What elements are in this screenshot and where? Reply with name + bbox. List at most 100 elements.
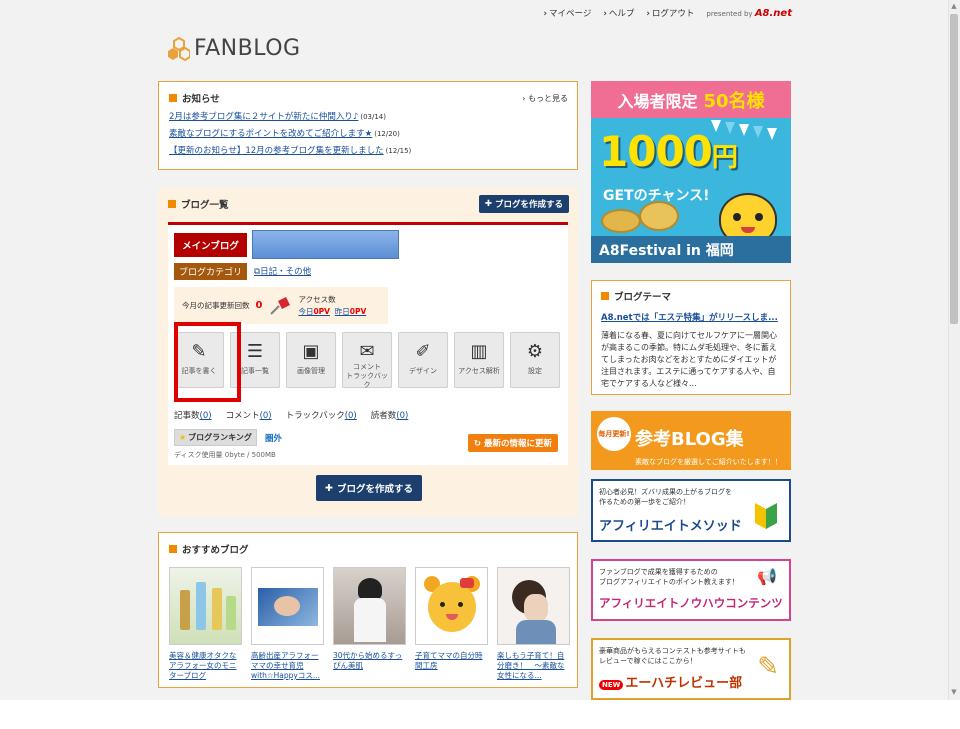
settings-button[interactable]: ⚙ 設定 xyxy=(510,332,560,388)
reader-count-label: 読者数 xyxy=(370,411,397,421)
tool-label: 設定 xyxy=(528,367,542,375)
news-item-link[interactable]: 【更新のお知らせ】12月の参考ブログ集を更新しました xyxy=(169,146,384,156)
review-club-banner[interactable]: 豪華商品がもらえるコンテストも参考サイトも レビューで稼ぐにはここから！ NEW… xyxy=(591,638,791,700)
news-item-link[interactable]: 素敵なブログにするポイントを改めてご紹介します★ xyxy=(169,129,372,139)
scroll-down-icon[interactable]: ▼ xyxy=(950,688,958,698)
fanblog-logo[interactable]: FANBLOG xyxy=(168,36,301,61)
review-club-title: NEW エーハチレビュー部 xyxy=(599,672,742,691)
recommended-thumbnail[interactable] xyxy=(415,567,488,645)
image-manager-button[interactable]: ▣ 画像管理 xyxy=(286,332,336,388)
today-pv-link[interactable]: 今日0PV xyxy=(298,307,330,316)
presented-by-text: presented by xyxy=(706,9,753,18)
new-badge: NEW xyxy=(599,680,624,690)
today-label: 今日 xyxy=(298,306,314,316)
help-link[interactable]: › ヘルプ xyxy=(603,7,634,19)
banner-amount-unit: 円 xyxy=(711,143,738,173)
refresh-icon: ↻ xyxy=(473,439,482,449)
logout-link[interactable]: › ログアウト xyxy=(646,7,694,19)
scroll-up-icon[interactable]: ▲ xyxy=(950,2,958,12)
recommended-heading-text: おすすめブログ xyxy=(182,545,249,556)
news-item-date: (12/20) xyxy=(374,130,400,138)
comment-count: コメント(0) xyxy=(226,409,272,421)
yesterday-pv-link[interactable]: 昨日0PV xyxy=(335,307,367,316)
recommended-item[interactable]: 30代から始めるすっぴん美肌 xyxy=(333,567,406,681)
reference-blog-banner[interactable]: 毎月更新! 参考BLOG集 素敵なブログを厳選してご紹介いたします！！ xyxy=(591,411,791,470)
banner-amount-value: 1000 xyxy=(599,127,713,176)
chevron-right-icon: › xyxy=(603,9,607,19)
blog-theme-heading: ブログテーマ xyxy=(601,289,781,303)
recommended-item[interactable]: 楽しもう子育て！自分磨き！ ～素敵な女性になる... xyxy=(497,567,570,681)
news-item: 素敵なブログにするポイントを改めてご紹介します★ (12/20) xyxy=(169,127,567,139)
recommended-item[interactable]: 美容＆健康オタクなアラフォー女のモニターブログ xyxy=(169,567,242,681)
comment-count-label: コメント xyxy=(225,411,260,421)
recommended-title[interactable]: 高齢出産アラフォーママの幸せ育児with☆Happyコス... xyxy=(251,651,324,681)
banner-amount: 1000円 xyxy=(599,127,738,176)
recommended-title[interactable]: 美容＆健康オタクなアラフォー女のモニターブログ xyxy=(169,651,242,681)
monthly-updates-label: 今月の記事更新回数 xyxy=(182,301,250,310)
create-blog-button-small[interactable]: ✚ ブログを作成する xyxy=(478,195,569,213)
recommended-item[interactable]: 子育てママの自分時間工房 xyxy=(415,567,488,681)
blog-category-link[interactable]: ⧉日記・その他 xyxy=(254,265,311,277)
article-count-label: 記事数 xyxy=(174,411,200,421)
article-count-link[interactable]: (0) xyxy=(200,411,212,421)
yesterday-pv: 0PV xyxy=(349,306,367,316)
affiliate-method-banner[interactable]: 初心者必見！ズバリ成果の上がるブログを 作るための第一歩をご紹介！ アフィリエイ… xyxy=(591,479,791,542)
scrollbar-thumb[interactable] xyxy=(950,14,958,324)
refresh-info-button[interactable]: ↻ 最新の情報に更新 xyxy=(467,434,558,452)
comment-trackback-button[interactable]: ✉ コメント トラックバック xyxy=(342,332,392,389)
blog-card: メインブログ ブログカテゴリ ⧉日記・その他 今月の記事更新回数 0 アクセス数… xyxy=(168,222,568,465)
pencil-note-icon: ✎ xyxy=(757,652,779,682)
gear-icon: ⚙ xyxy=(526,341,544,362)
reader-count-link[interactable]: (0) xyxy=(396,411,408,421)
news-more-link[interactable]: › もっと見る xyxy=(522,93,568,104)
affiliate-knowhow-caption: ファンブログで成果を獲得するための ブログアフィリエイトのポイント教えます！ xyxy=(599,568,739,586)
recommended-thumbnail[interactable] xyxy=(169,567,242,645)
blog-ranking-badge[interactable]: ★ ブログランキング xyxy=(174,429,257,446)
trackback-count: トラックバック(0) xyxy=(286,409,357,421)
blog-name-link[interactable] xyxy=(252,230,399,259)
a8festival-banner[interactable]: 入場者限定 50名様 1000円 GETのチャンス! A8Festival in … xyxy=(591,81,791,263)
news-item-date: (03/14) xyxy=(360,113,386,121)
beginner-mark-icon xyxy=(755,503,777,529)
create-blog-label: ブログを作成する xyxy=(494,200,563,210)
news-panel: お知らせ › もっと見る 2月は参考ブログ集に２サイトが新たに仲間入り♪ (03/… xyxy=(158,81,578,170)
affiliate-knowhow-banner[interactable]: ファンブログで成果を獲得するための ブログアフィリエイトのポイント教えます！ ア… xyxy=(591,559,791,621)
trackback-count-link[interactable]: (0) xyxy=(345,411,357,421)
recommended-title[interactable]: 30代から始めるすっぴん美肌 xyxy=(333,651,406,671)
design-button[interactable]: ✐ デザイン xyxy=(398,332,448,388)
news-list: 2月は参考ブログ集に２サイトが新たに仲間入り♪ (03/14) 素敵なブログにする… xyxy=(169,110,567,156)
comment-icon: ✉ xyxy=(359,341,375,362)
create-blog-button[interactable]: ✚ ブログを作成する xyxy=(316,475,422,501)
news-item: 2月は参考ブログ集に２サイトが新たに仲間入り♪ (03/14) xyxy=(169,110,567,122)
reference-blog-subtitle: 素敵なブログを厳選してご紹介いたします！！ xyxy=(635,458,782,466)
recommended-title[interactable]: 楽しもう子育て！自分磨き！ ～素敵な女性になる... xyxy=(497,651,570,681)
tool-label: デザイン xyxy=(409,367,437,375)
recommended-thumbnail[interactable] xyxy=(333,567,406,645)
bar-chart-icon: ▥ xyxy=(470,341,488,362)
a8-logo[interactable]: A8.net xyxy=(755,8,792,19)
square-bullet-icon xyxy=(169,545,177,553)
recommended-blogs-panel: おすすめブログ 美容＆健康オタクなアラフォー女のモニターブログ 高齢出産アラフォ… xyxy=(158,532,578,688)
square-bullet-icon xyxy=(169,94,177,102)
recommended-thumbnail[interactable] xyxy=(251,567,324,645)
reader-count: 読者数(0) xyxy=(371,409,409,421)
comment-count-link[interactable]: (0) xyxy=(260,411,272,421)
logo-text: FANBLOG xyxy=(194,36,301,61)
recommended-item[interactable]: 高齢出産アラフォーママの幸せ育児with☆Happyコス... xyxy=(251,567,324,681)
megaphone-icon: 📢 xyxy=(757,567,777,586)
vertical-scrollbar[interactable]: ▲ ▼ xyxy=(948,0,960,700)
mypage-link[interactable]: › マイページ xyxy=(543,7,591,19)
blog-category-label: 日記・その他 xyxy=(260,267,312,277)
recommended-thumbnail[interactable] xyxy=(497,567,570,645)
disk-usage: ディスク使用量 0byte / 500MB xyxy=(174,451,276,459)
access-analysis-button[interactable]: ▥ アクセス解析 xyxy=(454,332,504,388)
brush-icon: ✐ xyxy=(415,341,431,362)
chevron-right-icon: › xyxy=(543,9,547,19)
news-item-link[interactable]: 2月は参考ブログ集に２サイトが新たに仲間入り♪ xyxy=(169,112,358,122)
yesterday-label: 昨日 xyxy=(334,306,350,316)
coin-icon xyxy=(601,209,641,233)
blog-theme-link[interactable]: A8.netでは「エステ特集」がリリースしま... xyxy=(601,311,781,323)
banner-top-count: 50名様 xyxy=(703,90,765,112)
news-heading-text: お知らせ xyxy=(182,94,220,105)
recommended-title[interactable]: 子育てママの自分時間工房 xyxy=(415,651,488,671)
